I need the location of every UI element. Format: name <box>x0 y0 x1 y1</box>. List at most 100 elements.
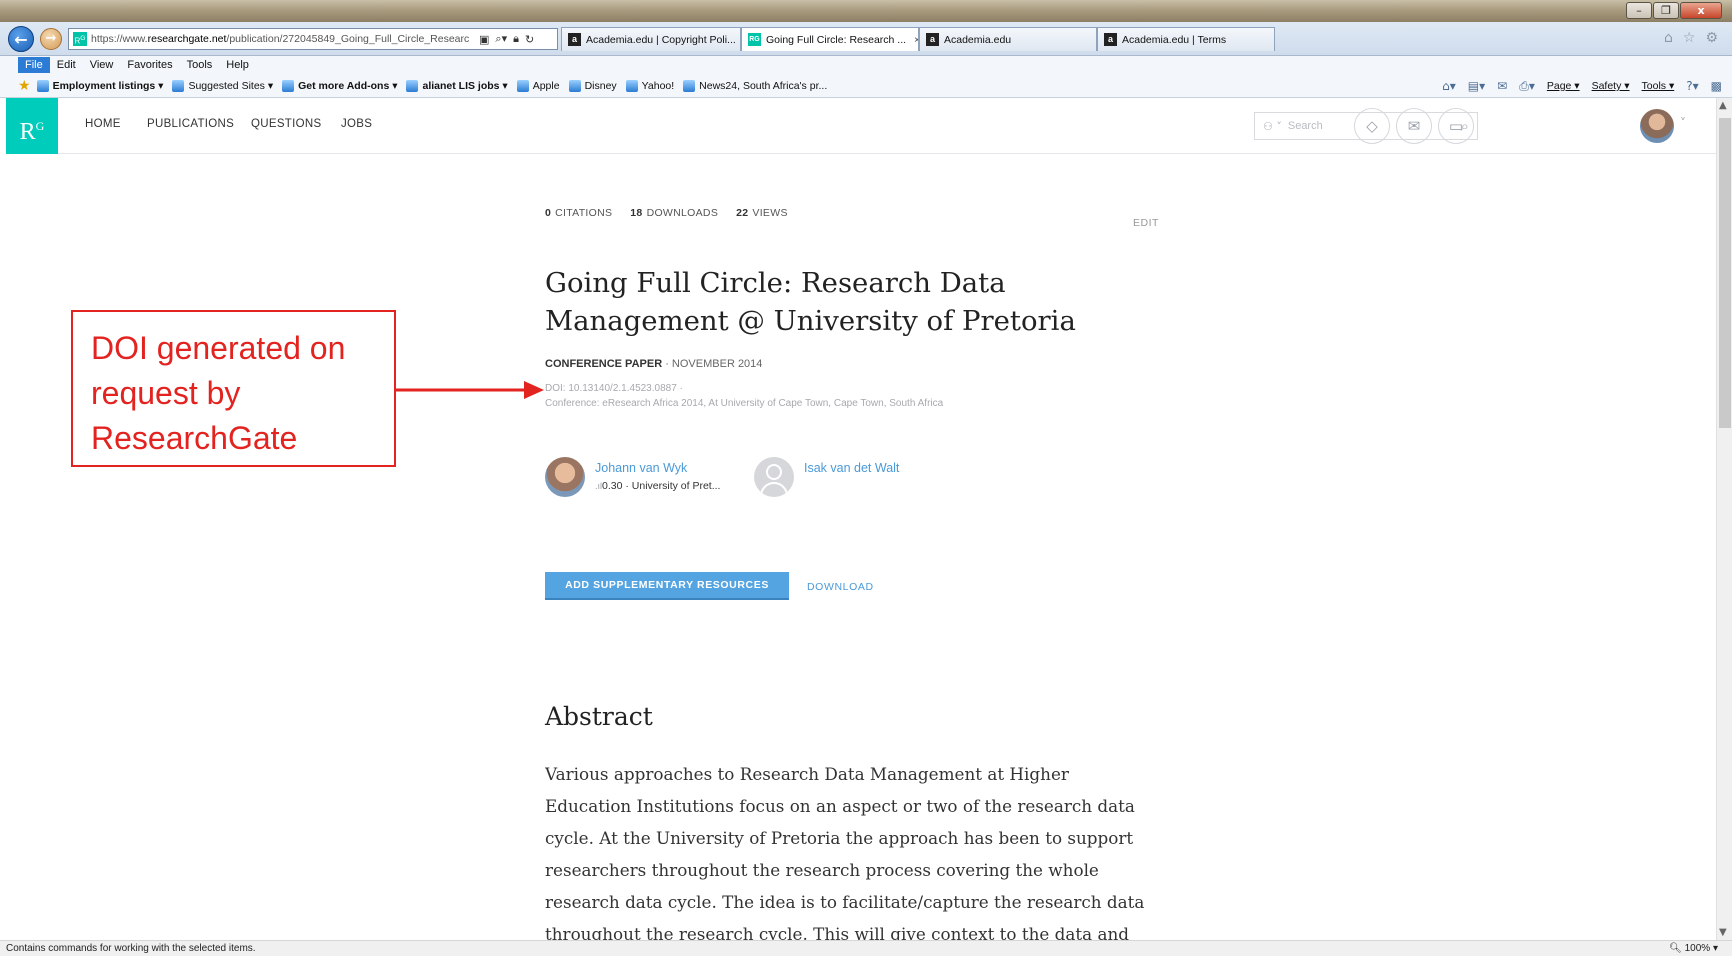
logo-superscript: G <box>35 119 45 133</box>
zoom-icon: 🔍︎ <box>1669 943 1682 954</box>
author-score: 0.30 <box>602 480 623 492</box>
forward-button[interactable]: → <box>40 28 62 50</box>
browser-tab[interactable]: a Academia.edu | Copyright Poli... <box>561 27 741 51</box>
back-button[interactable]: ← <box>8 26 34 52</box>
annotation-line-2: request by <box>91 375 241 411</box>
favorites-star-icon[interactable]: ☆ <box>1683 30 1696 46</box>
researchgate-logo[interactable]: RG <box>6 98 58 154</box>
favorites-icon[interactable]: ★ <box>18 78 31 94</box>
scroll-up-icon[interactable]: ▲ <box>1719 100 1727 111</box>
addon-icon[interactable]: ▩ <box>1711 79 1722 93</box>
url-prefix: https://www. <box>91 33 148 45</box>
favorite-page-icon <box>406 79 419 92</box>
chevron-down-icon[interactable]: ˅ <box>1680 116 1686 130</box>
close-window-button[interactable]: x <box>1680 2 1722 19</box>
favorite-label: Suggested Sites ▾ <box>188 79 274 92</box>
nav-publications[interactable]: PUBLICATIONS <box>147 118 234 130</box>
nav-jobs[interactable]: JOBS <box>341 118 372 130</box>
command-menu[interactable]: Safety ▾ <box>1592 80 1630 92</box>
favorite-item[interactable]: Disney <box>568 79 617 92</box>
browser-tab[interactable]: RGGoing Full Circle: Research ...× <box>741 27 919 51</box>
window-controls: – ❐ x <box>1626 2 1722 19</box>
read-mail-icon[interactable]: ✉ <box>1497 79 1507 93</box>
add-supplementary-resources-button[interactable]: ADD SUPPLEMENTARY RESOURCES <box>545 572 789 600</box>
nav-home[interactable]: HOME <box>85 118 121 130</box>
annotation-line-3: ResearchGate <box>91 420 298 456</box>
views-count: 22 <box>736 207 749 219</box>
favorite-item[interactable]: Employment listings ▾ <box>36 79 163 92</box>
page-scrollbar[interactable]: ▲ ▼ <box>1716 98 1732 940</box>
tab-label: Going Full Circle: Research ... <box>766 33 907 46</box>
logo-letter: R <box>19 119 36 145</box>
views-label: VIEWS <box>752 207 788 219</box>
search-icon[interactable]: ⌕▾ <box>495 32 507 46</box>
messages-icon[interactable]: ✉ <box>1396 108 1432 144</box>
default-avatar-icon[interactable] <box>754 457 794 497</box>
favorite-item[interactable]: Yahoo! <box>625 79 674 92</box>
downloads-count: 18 <box>630 207 643 219</box>
tab-label: Academia.edu | Terms <box>1122 33 1227 46</box>
favorite-item[interactable]: News24, South Africa's pr... <box>683 79 827 92</box>
nav-questions[interactable]: QUESTIONS <box>251 118 321 130</box>
favorite-page-icon <box>282 79 295 92</box>
command-menu[interactable]: Tools ▾ <box>1642 80 1675 92</box>
author-name-johann[interactable]: Johann van Wyk <box>595 461 687 475</box>
author-name-isak[interactable]: Isak van det Walt <box>804 461 899 475</box>
favorite-label: Apple <box>532 79 560 92</box>
researchgate-icon: RG <box>748 33 761 46</box>
help-icon[interactable]: ?▾ <box>1686 79 1698 93</box>
search-placeholder: Search <box>1287 120 1323 132</box>
favorite-item[interactable]: Apple <box>516 79 560 92</box>
feeds-icon[interactable]: ▤▾ <box>1468 79 1485 93</box>
author-avatar[interactable] <box>545 457 585 497</box>
zoom-level[interactable]: 🔍︎ 100% ▾ <box>1669 941 1718 956</box>
academia-icon: a <box>568 33 581 46</box>
favorite-page-icon <box>516 79 529 92</box>
address-bar[interactable]: RG https://www. researchgate.net/publicat… <box>68 28 558 50</box>
menu-view[interactable]: View <box>83 57 121 73</box>
favorite-label: Get more Add-ons ▾ <box>298 79 398 92</box>
favorite-item[interactable]: Suggested Sites ▾ <box>172 79 274 92</box>
doi-text: DOI: 10.13140/2.1.4523.0887 · <box>545 383 683 394</box>
notifications-icon[interactable]: ◇ <box>1354 108 1390 144</box>
browser-tab[interactable]: a Academia.edu <box>919 27 1097 51</box>
menu-favorites[interactable]: Favorites <box>120 57 179 73</box>
edit-link[interactable]: EDIT <box>1133 217 1159 229</box>
menu-file[interactable]: File <box>18 57 50 73</box>
download-link[interactable]: DOWNLOAD <box>807 581 874 593</box>
person-filter-icon[interactable]: ⚇ ˅ <box>1263 120 1282 133</box>
score-bars-icon: .ıl <box>595 481 603 491</box>
publication-stats: 0 CITATIONS 18 DOWNLOADS 22 VIEWS <box>545 207 788 219</box>
scroll-thumb[interactable] <box>1719 118 1731 428</box>
print-icon[interactable]: ⎙▾ <box>1519 79 1535 94</box>
tab-strip: a Academia.edu | Copyright Poli... RG Going… <box>561 27 1275 51</box>
restore-button[interactable]: ❐ <box>1653 2 1679 19</box>
settings-gear-icon[interactable]: ⚙ <box>1705 30 1718 46</box>
publication-type-line: CONFERENCE PAPER · NOVEMBER 2014 <box>545 358 762 370</box>
lock-icon[interactable]: 🔒︎ <box>513 32 519 46</box>
menu-help[interactable]: Help <box>219 57 256 73</box>
favorite-item[interactable]: Get more Add-ons ▾ <box>282 79 398 92</box>
user-avatar[interactable] <box>1640 109 1674 143</box>
minimize-button[interactable]: – <box>1626 2 1652 19</box>
home-page-icon[interactable]: ⌂▾ <box>1442 79 1456 93</box>
author-meta: .ıl0.30 · University of Pret... <box>595 480 720 492</box>
downloads-label: DOWNLOADS <box>646 207 719 219</box>
annotation-arrow-icon <box>396 381 544 399</box>
browser-toolbar-icons: ⌂ ☆ ⚙ <box>1664 30 1718 46</box>
command-menu[interactable]: Page ▾ <box>1547 80 1580 92</box>
scroll-down-icon[interactable]: ▼ <box>1719 927 1727 938</box>
zoom-value: 100% <box>1684 943 1711 954</box>
citations-label: CITATIONS <box>555 207 613 219</box>
publication-title: Going Full Circle: Research Data Managem… <box>545 267 1076 337</box>
menu-tools[interactable]: Tools <box>180 57 220 73</box>
url-domain: researchgate.net <box>147 33 227 45</box>
compat-view-icon[interactable]: ▣ <box>479 33 489 46</box>
chat-icon[interactable]: ▭ <box>1438 108 1474 144</box>
menu-edit[interactable]: Edit <box>50 57 83 73</box>
refresh-icon[interactable]: ↻ <box>525 33 534 46</box>
favorite-item[interactable]: alianet LIS jobs ▾ <box>406 79 508 92</box>
home-icon[interactable]: ⌂ <box>1664 30 1673 46</box>
annotation-callout: DOI generated on request by ResearchGate <box>71 310 396 467</box>
browser-tab[interactable]: a Academia.edu | Terms <box>1097 27 1275 51</box>
